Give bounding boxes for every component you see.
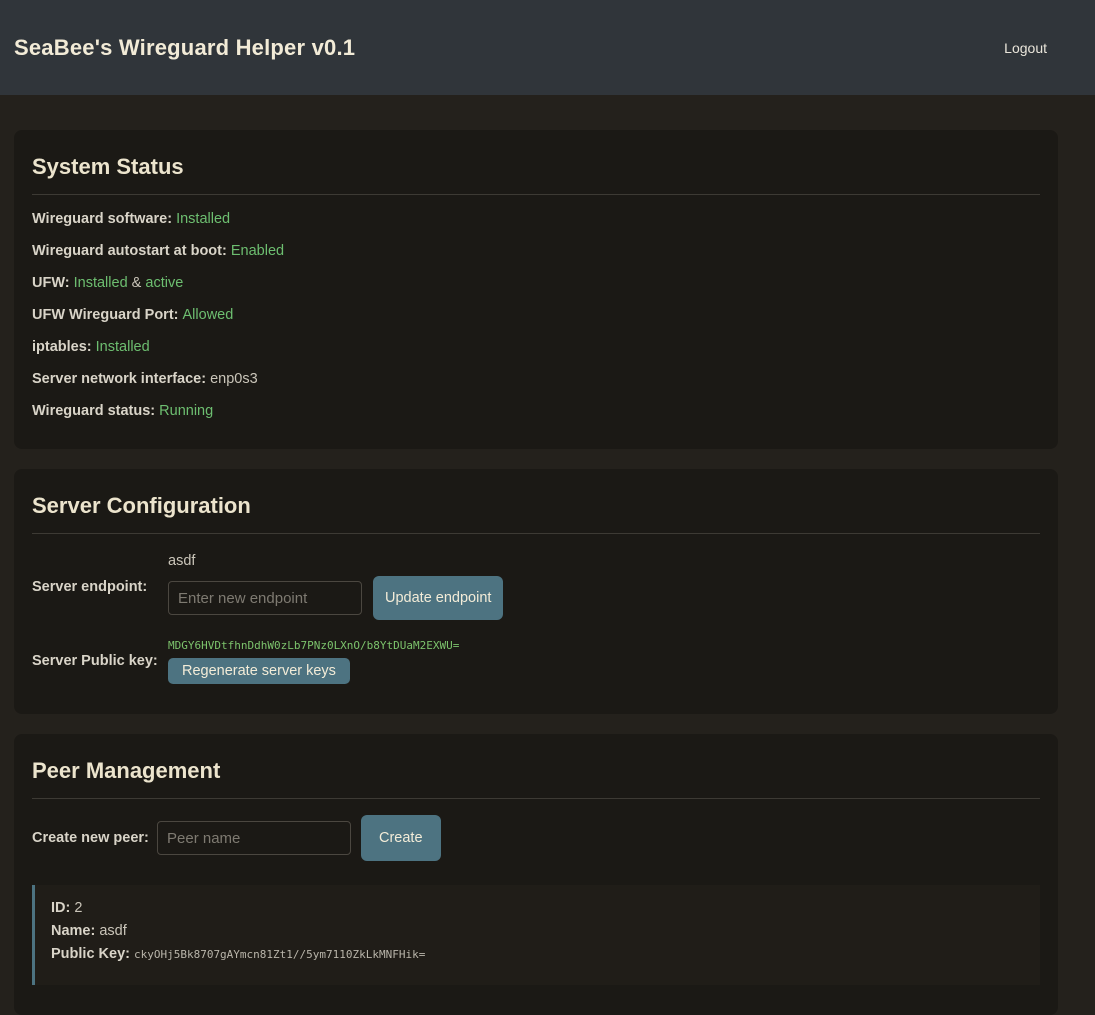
server-public-key-value: MDGY6HVDtfhnDdhW0zLb7PNz0LXnO/b8YtDUaM2E…	[168, 638, 459, 653]
server-endpoint-label: Server endpoint:	[32, 579, 168, 596]
status-label: Wireguard autostart at boot:	[32, 243, 231, 259]
server-config-card: Server Configuration Server endpoint: as…	[14, 469, 1058, 714]
update-endpoint-button[interactable]: Update endpoint	[373, 576, 503, 620]
status-row: Wireguard status: Running	[32, 403, 1040, 419]
status-value: &	[128, 275, 146, 291]
app-title: SeaBee's Wireguard Helper v0.1	[14, 35, 355, 61]
divider	[32, 194, 1040, 195]
status-row: iptables: Installed	[32, 339, 1040, 355]
status-value: Installed	[176, 211, 230, 227]
status-label: Wireguard software:	[32, 211, 176, 227]
endpoint-input[interactable]	[168, 581, 362, 615]
peer-name-line: Name:asdf	[51, 920, 1024, 943]
divider	[32, 533, 1040, 534]
create-peer-label: Create new peer:	[32, 830, 157, 847]
system-status-card: System Status Wireguard software: Instal…	[14, 130, 1058, 449]
regenerate-keys-button[interactable]: Regenerate server keys	[168, 658, 350, 684]
status-value: Enabled	[231, 243, 284, 259]
status-value: Running	[159, 403, 213, 419]
status-row: Server network interface: enp0s3	[32, 371, 1040, 387]
app-header: SeaBee's Wireguard Helper v0.1 Logout	[0, 0, 1095, 95]
status-label: Wireguard status:	[32, 403, 159, 419]
peer-name-label: Name:	[51, 923, 95, 939]
status-row: Wireguard software: Installed	[32, 211, 1040, 227]
peer-id-value: 2	[74, 900, 82, 916]
peer-management-title: Peer Management	[32, 758, 1040, 784]
create-peer-row: Create new peer: Create	[32, 815, 1040, 861]
status-value: active	[145, 275, 183, 291]
peer-management-card: Peer Management Create new peer: Create …	[14, 734, 1058, 1015]
peer-id-label: ID:	[51, 900, 70, 916]
status-value: enp0s3	[210, 371, 258, 387]
peer-pubkey-line: Public Key:ckyOHj5Bk8707gAYmcn81Zt1//5ym…	[51, 943, 1024, 966]
status-label: UFW Wireguard Port:	[32, 307, 183, 323]
status-value: Installed	[74, 275, 128, 291]
peer-name-input[interactable]	[157, 821, 351, 855]
server-pubkey-row: Server Public key: MDGY6HVDtfhnDdhW0zLb7…	[32, 638, 1040, 684]
status-label: iptables:	[32, 339, 96, 355]
logout-link[interactable]: Logout	[1004, 40, 1047, 56]
status-value: Allowed	[183, 307, 234, 323]
main-content: System Status Wireguard software: Instal…	[14, 130, 1058, 1015]
status-label: Server network interface:	[32, 371, 210, 387]
status-value: Installed	[96, 339, 150, 355]
divider	[32, 798, 1040, 799]
create-peer-button[interactable]: Create	[361, 815, 441, 861]
peer-name-value: asdf	[99, 923, 126, 939]
status-row: Wireguard autostart at boot: Enabled	[32, 243, 1040, 259]
server-pubkey-label: Server Public key:	[32, 653, 168, 670]
status-row: UFW Wireguard Port: Allowed	[32, 307, 1040, 323]
system-status-title: System Status	[32, 154, 1040, 180]
server-config-title: Server Configuration	[32, 493, 1040, 519]
status-label: UFW:	[32, 275, 74, 291]
peer-public-key: ckyOHj5Bk8707gAYmcn81Zt1//5ym7110ZkLkMNF…	[134, 948, 425, 961]
server-endpoint-current-value: asdf	[168, 554, 195, 569]
peer-id-line: ID:2	[51, 897, 1024, 920]
peer-item: ID:2 Name:asdf Public Key:ckyOHj5Bk8707g…	[32, 885, 1040, 985]
peer-list: ID:2 Name:asdf Public Key:ckyOHj5Bk8707g…	[32, 885, 1040, 985]
status-row: UFW: Installed & active	[32, 275, 1040, 291]
status-list: Wireguard software: Installed Wireguard a…	[32, 211, 1040, 419]
server-endpoint-row: Server endpoint: asdf Update endpoint	[32, 554, 1040, 620]
